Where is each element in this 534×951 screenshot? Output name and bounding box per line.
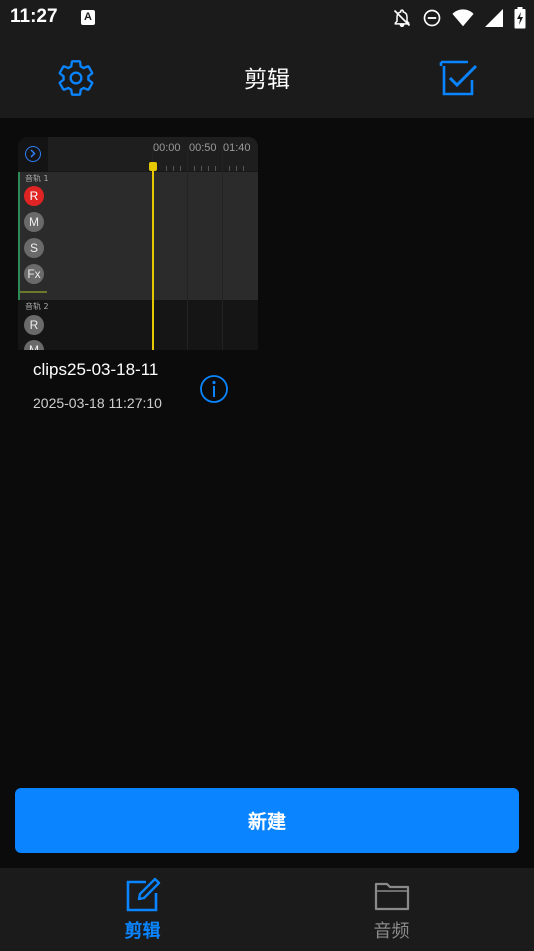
- select-mode-button[interactable]: [438, 58, 480, 100]
- ruler-tick: [236, 166, 237, 171]
- nav-tab-edit-label: 剪辑: [124, 921, 161, 942]
- nav-tab-audio-label: 音频: [373, 921, 410, 942]
- app-bar: 剪辑: [0, 36, 534, 118]
- project-thumbnail[interactable]: 00:00 00:50 01:40 音轨 1 R M S Fx 音轨 2 R M: [18, 137, 258, 350]
- track-2-label: 音轨 2: [25, 302, 49, 311]
- signal-icon: [485, 9, 503, 27]
- grid-line: [222, 149, 223, 350]
- ruler-label: 00:00: [153, 142, 181, 154]
- bottom-nav: 剪辑 音频: [0, 868, 534, 951]
- ruler-label: 01:40: [223, 142, 251, 154]
- grid-line: [187, 149, 188, 350]
- do-not-disturb-icon: [423, 9, 441, 27]
- project-date: 2025-03-18 11:27:10: [33, 395, 162, 411]
- select-multiple-icon: [439, 60, 478, 96]
- status-icons: [392, 7, 526, 29]
- edit-icon: [126, 877, 160, 912]
- folder-icon: [374, 882, 409, 911]
- ruler-tick: [215, 166, 216, 171]
- ruler-label: 00:50: [189, 142, 217, 154]
- project-name: clips25-03-18-11: [33, 360, 159, 379]
- thumbnail-track-divider: [20, 291, 47, 293]
- ruler-tick: [173, 166, 174, 171]
- status-bar: 11:27 A: [0, 0, 534, 36]
- nav-tab-edit[interactable]: 剪辑: [9, 868, 276, 951]
- status-time: 11:27: [10, 6, 58, 27]
- playhead: [152, 167, 154, 350]
- ruler-tick: [229, 166, 230, 171]
- ruler-tick: [243, 166, 244, 171]
- notification-app-icon: A: [81, 10, 95, 25]
- project-info-button[interactable]: [199, 374, 229, 404]
- ruler-tick: [208, 166, 209, 171]
- nav-tab-audio[interactable]: 音频: [258, 868, 525, 951]
- battery-charging-icon: [514, 7, 526, 29]
- ruler-tick: [180, 166, 181, 171]
- track-solo-button: S: [24, 238, 44, 258]
- ruler-tick: [194, 166, 195, 171]
- ruler-tick: [201, 166, 202, 171]
- track-fx-button: Fx: [24, 264, 44, 284]
- new-project-button[interactable]: 新建: [15, 788, 519, 853]
- project-card[interactable]: 00:00 00:50 01:40 音轨 1 R M S Fx 音轨 2 R M…: [18, 137, 258, 411]
- ruler-tick: [166, 166, 167, 171]
- expand-chevron-icon: [25, 146, 41, 162]
- info-icon: [200, 375, 228, 403]
- thumbnail-track-1-indicator: [18, 172, 20, 300]
- wifi-icon: [452, 9, 474, 27]
- track-1-label: 音轨 1: [25, 174, 49, 183]
- track-mute-button: M: [24, 212, 44, 232]
- notifications-off-icon: [393, 9, 411, 28]
- track-record-button: R: [24, 315, 44, 335]
- track-record-button: R: [24, 186, 44, 206]
